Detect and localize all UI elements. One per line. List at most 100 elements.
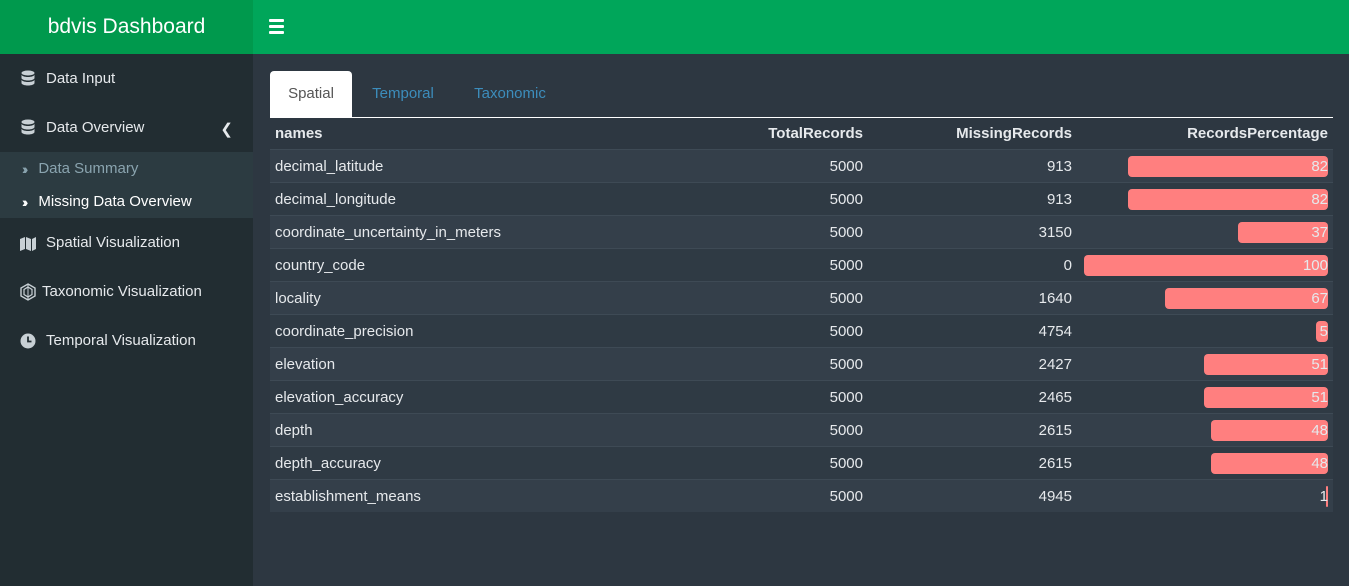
percentage-value: 1 <box>1319 487 1328 505</box>
database-icon <box>21 70 35 85</box>
cell-records-percentage: 37 <box>1077 215 1333 249</box>
cell-name: country_code <box>270 248 650 282</box>
cell-name: coordinate_precision <box>270 314 650 348</box>
cell-records-percentage: 51 <box>1077 347 1333 381</box>
cell-records-percentage: 82 <box>1077 182 1333 216</box>
sidebar-item-data-overview[interactable]: Data Overview ❮ <box>0 103 253 152</box>
cell-missing-records: 2615 <box>868 446 1077 480</box>
table-row: coordinate_uncertainty_in_meters 5000 3150… <box>270 215 1333 249</box>
table-header-row: names TotalRecords MissingRecords Record… <box>270 117 1333 150</box>
table-row: decimal_longitude 5000 913 82 <box>270 182 1333 216</box>
tab-bar: Spatial Temporal Taxonomic <box>270 71 1333 118</box>
sidebar-item-spatial-visualization[interactable]: Spatial Visualization <box>0 218 253 267</box>
sidebar: Data Input Data Overview ❮ ›› Data Summa… <box>0 54 253 586</box>
cell-name: coordinate_uncertainty_in_meters <box>270 215 650 249</box>
sidebar-item-label: Spatial Visualization <box>46 234 180 251</box>
table-row: decimal_latitude 5000 913 82 <box>270 149 1333 183</box>
cell-name: elevation_accuracy <box>270 380 650 414</box>
table-row: establishment_means 5000 4945 1 <box>270 479 1333 512</box>
sidebar-subitem-label: Missing Data Overview <box>38 193 192 210</box>
cell-total-records: 5000 <box>650 182 868 216</box>
sidebar-item-data-input[interactable]: Data Input <box>0 54 253 103</box>
sidebar-subitem-missing-data-overview[interactable]: ›› Missing Data Overview <box>0 185 253 218</box>
sidebar-item-label: Taxonomic Visualization <box>42 283 202 300</box>
percentage-bar <box>1164 288 1328 309</box>
table-row: locality 5000 1640 67 <box>270 281 1333 315</box>
main-content: Spatial Temporal Taxonomic names TotalRe… <box>253 54 1349 586</box>
percentage-bar <box>1084 255 1328 276</box>
cell-missing-records: 1640 <box>868 281 1077 315</box>
cell-name: establishment_means <box>270 479 650 512</box>
cell-missing-records: 0 <box>868 248 1077 282</box>
percentage-value: 5 <box>1319 322 1328 340</box>
cell-records-percentage: 67 <box>1077 281 1333 315</box>
cell-total-records: 5000 <box>650 446 868 480</box>
double-chevron-right-icon: ›› <box>22 193 29 210</box>
percentage-value: 51 <box>1311 388 1328 406</box>
sidebar-subitem-label: Data Summary <box>38 160 139 177</box>
cell-missing-records: 913 <box>868 149 1077 183</box>
percentage-value: 100 <box>1302 256 1328 274</box>
percentage-value: 51 <box>1311 355 1328 373</box>
cell-missing-records: 3150 <box>868 215 1077 249</box>
chevron-left-icon[interactable]: ❮ <box>220 120 233 138</box>
cell-records-percentage: 48 <box>1077 413 1333 447</box>
cell-total-records: 5000 <box>650 314 868 348</box>
cell-name: decimal_longitude <box>270 182 650 216</box>
missing-data-table: names TotalRecords MissingRecords Record… <box>270 117 1333 512</box>
percentage-value: 37 <box>1311 223 1328 241</box>
cell-missing-records: 2615 <box>868 413 1077 447</box>
app-title[interactable]: bdvis Dashboard <box>0 0 253 54</box>
cell-missing-records: 4945 <box>868 479 1077 512</box>
cell-name: depth_accuracy <box>270 446 650 480</box>
cell-records-percentage: 82 <box>1077 149 1333 183</box>
sidebar-subitem-data-summary[interactable]: ›› Data Summary <box>0 152 253 185</box>
clock-icon <box>20 333 36 348</box>
table-row: country_code 5000 0 100 <box>270 248 1333 282</box>
sidebar-item-taxonomic-visualization[interactable]: Taxonomic Visualization <box>0 267 253 316</box>
map-icon <box>20 236 36 251</box>
cell-total-records: 5000 <box>650 149 868 183</box>
tab-taxonomic[interactable]: Taxonomic <box>460 71 560 117</box>
tree-icon <box>20 282 36 301</box>
cell-name: elevation <box>270 347 650 381</box>
table-row: depth 5000 2615 48 <box>270 413 1333 447</box>
table-row: elevation_accuracy 5000 2465 51 <box>270 380 1333 414</box>
cell-total-records: 5000 <box>650 347 868 381</box>
cell-records-percentage: 48 <box>1077 446 1333 480</box>
hamburger-menu-icon[interactable] <box>269 18 284 36</box>
table-row: coordinate_precision 5000 4754 5 <box>270 314 1333 348</box>
cell-records-percentage: 1 <box>1077 479 1333 512</box>
percentage-bar <box>1127 189 1328 210</box>
data-overview-submenu: ›› Data Summary ›› Missing Data Overview <box>0 152 253 218</box>
tab-spatial[interactable]: Spatial <box>270 71 352 117</box>
sidebar-item-temporal-visualization[interactable]: Temporal Visualization <box>0 316 253 365</box>
cell-missing-records: 2465 <box>868 380 1077 414</box>
cell-name: locality <box>270 281 650 315</box>
column-header-total-records[interactable]: TotalRecords <box>650 117 868 150</box>
cell-total-records: 5000 <box>650 380 868 414</box>
sidebar-item-label: Data Input <box>46 70 116 87</box>
cell-name: depth <box>270 413 650 447</box>
table-row: depth_accuracy 5000 2615 48 <box>270 446 1333 480</box>
sidebar-item-label: Temporal Visualization <box>46 332 196 349</box>
cell-missing-records: 913 <box>868 182 1077 216</box>
cell-total-records: 5000 <box>650 479 868 512</box>
database-icon <box>21 119 35 134</box>
column-header-missing-records[interactable]: MissingRecords <box>868 117 1077 150</box>
percentage-value: 82 <box>1311 190 1328 208</box>
column-header-records-percentage[interactable]: RecordsPercentage <box>1077 117 1333 150</box>
cell-records-percentage: 5 <box>1077 314 1333 348</box>
double-chevron-right-icon: ›› <box>22 160 29 177</box>
percentage-bar <box>1127 156 1328 177</box>
percentage-bar <box>1203 387 1328 408</box>
percentage-value: 48 <box>1311 454 1328 472</box>
cell-total-records: 5000 <box>650 413 868 447</box>
percentage-bar <box>1203 354 1328 375</box>
column-header-names[interactable]: names <box>270 117 650 150</box>
tab-temporal[interactable]: Temporal <box>360 71 446 117</box>
cell-missing-records: 4754 <box>868 314 1077 348</box>
table-row: elevation 5000 2427 51 <box>270 347 1333 381</box>
top-navbar <box>253 0 1349 54</box>
cell-records-percentage: 51 <box>1077 380 1333 414</box>
